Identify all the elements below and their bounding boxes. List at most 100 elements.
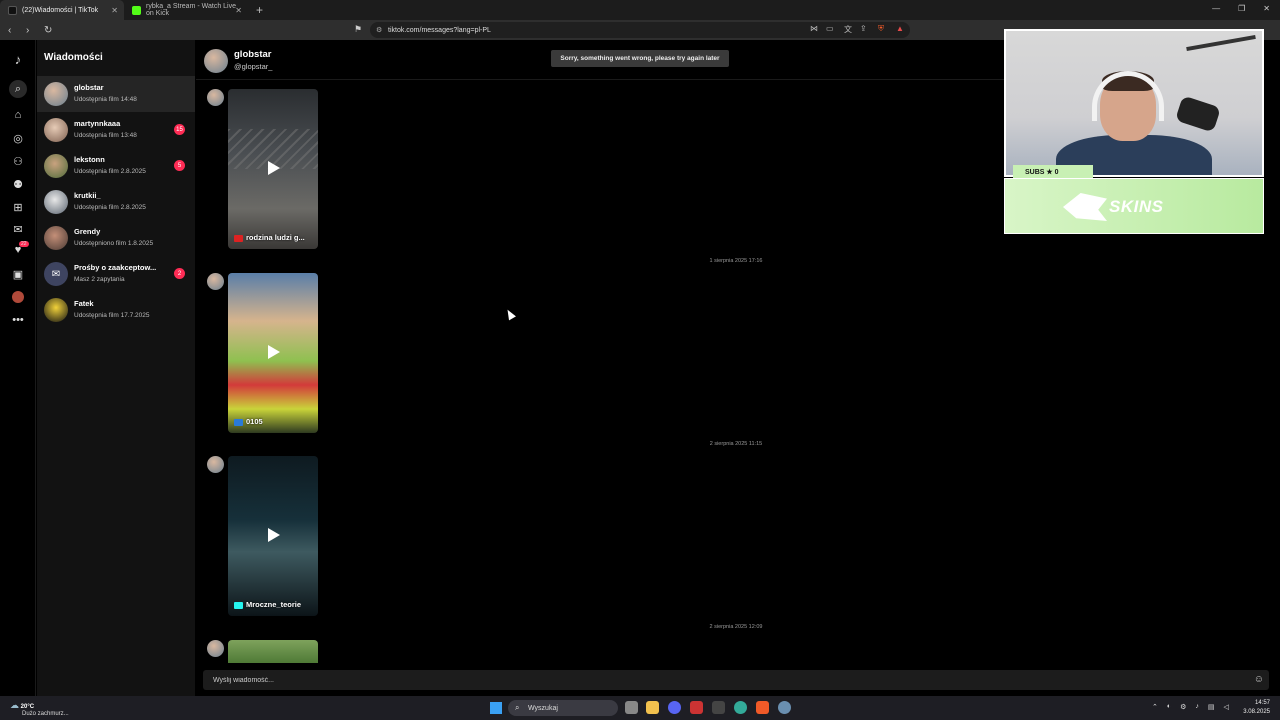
new-tab-icon[interactable]: + — [248, 3, 271, 17]
brave-icon[interactable] — [756, 701, 769, 714]
conversation-name: lekstonn — [74, 155, 105, 164]
microphone-icon — [1174, 95, 1222, 133]
chat-username[interactable]: globstar — [234, 49, 271, 60]
settings-icon[interactable] — [778, 701, 791, 714]
back-icon[interactable]: ‹ — [8, 25, 16, 36]
video-caption: rodzina ludzi g... — [234, 233, 305, 242]
reload-icon[interactable]: ↻ — [44, 25, 52, 36]
home-icon[interactable]: ⌂ — [9, 106, 27, 124]
shared-video[interactable]: rodzina ludzi g... — [228, 89, 318, 249]
profile-avatar[interactable] — [9, 288, 27, 306]
more-icon[interactable]: ••• — [9, 311, 27, 329]
mic-icon[interactable]: ♪ — [1195, 703, 1199, 711]
friends-icon[interactable]: ⚉ — [9, 175, 27, 193]
conversation-name: Prośby o zaakceptow... — [74, 263, 157, 272]
messages-icon[interactable]: ✉ — [9, 220, 27, 238]
site-info-icon[interactable]: ⚙ — [376, 26, 382, 34]
activity-badge: 22 — [19, 241, 29, 247]
conversation-item[interactable]: Fatek Udostępnia film 17.7.2025 — [37, 292, 195, 328]
close-tab-icon[interactable]: ✕ — [111, 6, 118, 15]
file-explorer-icon[interactable] — [646, 701, 659, 714]
steam-icon[interactable]: ⚙ — [1180, 703, 1186, 711]
conversation-name: globstar — [74, 83, 104, 92]
avatar — [44, 118, 68, 142]
shared-video[interactable]: 0105 — [228, 273, 318, 433]
upload-icon[interactable]: ⊞ — [9, 198, 27, 216]
conversation-item[interactable]: martynnkaaa Udostępnia film 13:48 15 — [37, 112, 195, 148]
brave-rewards-icon[interactable]: ▲ — [896, 24, 904, 33]
conversation-item[interactable]: Grendy Udostępniono film 1.8.2025 — [37, 220, 195, 256]
discord-icon[interactable] — [668, 701, 681, 714]
shared-video[interactable] — [228, 640, 318, 663]
taskbar-search[interactable]: ⌕ Wyszukaj — [508, 700, 618, 716]
explore-icon[interactable]: ◎ — [9, 129, 27, 147]
subs-counter: SUBS ★ 0 — [1013, 165, 1093, 179]
sponsor-banner: SKINS — [1004, 178, 1264, 234]
network-icon[interactable]: ▤ — [1208, 703, 1215, 711]
video-caption: Mroczne_teorie — [234, 600, 301, 609]
clock-date: 3.08.2025 — [1243, 709, 1270, 715]
following-icon[interactable]: ⚇ — [9, 152, 27, 170]
avatar — [44, 154, 68, 178]
message-input[interactable] — [203, 670, 1233, 690]
tray-chevron-icon[interactable]: ⌃ — [1152, 703, 1158, 711]
tab-kick[interactable]: rybka_a Stream - Watch Live on Kick ✕ — [124, 0, 248, 20]
live-icon[interactable]: ▣ — [9, 265, 27, 283]
sponsor-logo-icon — [1063, 193, 1107, 221]
bookmark-icon[interactable]: ⚑ — [354, 24, 362, 35]
conversation-item[interactable]: krutkii_ Udostępnia film 2.8.2025 — [37, 184, 195, 220]
close-tab-icon[interactable]: ✕ — [235, 6, 242, 15]
tag-icon — [234, 418, 243, 426]
maximize-icon[interactable]: ❐ — [1238, 4, 1245, 13]
weather-desc: Dużo zachmurz... — [22, 711, 69, 717]
sponsor-name: SKINS — [1109, 197, 1164, 216]
avatar[interactable] — [204, 49, 228, 73]
conversation-item[interactable]: ✉ Prośby o zaakceptow... Masz 2 zapytani… — [37, 256, 195, 292]
message-input-bar: ☺ — [203, 670, 1269, 690]
task-view-icon[interactable] — [625, 701, 638, 714]
search-label: Wyszukaj — [528, 704, 558, 712]
avatar — [207, 456, 224, 473]
weather-temp: 20°C — [20, 704, 35, 710]
shared-video[interactable]: Mroczne_teorie — [228, 456, 318, 616]
xbox-icon[interactable] — [712, 701, 725, 714]
activity-icon[interactable]: ♥ 22 — [9, 241, 29, 259]
video-caption: 0105 — [234, 417, 263, 426]
forward-icon[interactable]: › — [26, 25, 34, 36]
message-timestamp: 1 sierpnia 2025 17:16 — [709, 258, 763, 264]
conversation-preview: Udostępniono film 1.8.2025 — [74, 240, 154, 247]
search-icon[interactable]: ⌕ — [9, 80, 27, 98]
tiktok-logo-icon[interactable]: ♪ — [9, 50, 27, 68]
weather-widget[interactable]: ☁ 20°C Dużo zachmurz... — [10, 700, 69, 717]
tiktok-small-icon — [234, 601, 243, 609]
brave-shield-icon[interactable]: ⛨ — [878, 24, 884, 34]
conversation-preview: Udostępnia film 14:48 — [74, 96, 137, 103]
close-window-icon[interactable]: ✕ — [1263, 4, 1270, 13]
taskbar-clock[interactable]: 14:57 3.08.2025 — [1243, 699, 1270, 717]
avatar — [44, 298, 68, 322]
translate-icon[interactable]: 文 — [844, 24, 852, 35]
reader-icon[interactable]: ⋈ — [810, 24, 818, 33]
search-icon: ⌕ — [515, 703, 520, 712]
volume-icon[interactable]: ◁ — [1224, 703, 1229, 711]
tab-tiktok[interactable]: (22)Wiadomości | TikTok ✕ — [0, 0, 124, 20]
chrome-icon[interactable] — [734, 701, 747, 714]
kick-favicon-icon — [132, 5, 141, 15]
conversation-preview: Masz 2 zapytania — [74, 276, 125, 283]
emoji-icon[interactable]: ☺ — [1254, 674, 1264, 685]
webcam-overlay — [1004, 29, 1264, 177]
error-toast: Sorry, something went wrong, please try … — [551, 50, 729, 67]
message-timestamp: 2 sierpnia 2025 12:09 — [709, 624, 763, 630]
mic-arm — [1186, 34, 1256, 52]
conversation-preview: Udostępnia film 2.8.2025 — [74, 204, 146, 211]
obs-app-icon[interactable] — [690, 701, 703, 714]
conversation-item[interactable]: globstar Udostępnia film 14:48 — [37, 76, 195, 112]
share-icon[interactable]: ⇪ — [860, 24, 867, 33]
cast-icon[interactable]: ▭ — [826, 24, 834, 33]
minimize-icon[interactable]: — — [1212, 4, 1220, 13]
tray-app-icon[interactable]: ◐ — [1167, 703, 1171, 711]
conversation-list: Wiadomości globstar Udostępnia film 14:4… — [37, 40, 195, 696]
unread-badge: 15 — [174, 124, 185, 135]
windows-start-icon[interactable] — [490, 702, 502, 714]
conversation-item[interactable]: lekstonn Udostępnia film 2.8.2025 5 — [37, 148, 195, 184]
